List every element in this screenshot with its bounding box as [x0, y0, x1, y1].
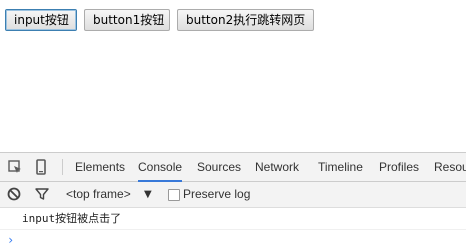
device-mode-icon[interactable]: [32, 158, 50, 176]
tab-sources[interactable]: Sources: [197, 153, 241, 181]
button2-navigate-button[interactable]: button2执行跳转网页: [177, 9, 314, 31]
clear-console-icon[interactable]: [6, 186, 24, 204]
tabbar-separator: [62, 159, 63, 175]
preserve-log-checkbox[interactable]: [168, 189, 180, 201]
console-prompt[interactable]: ›: [0, 230, 466, 250]
frame-selector[interactable]: <top frame>: [66, 182, 131, 207]
console-toolbar: <top frame> ▼ Preserve log: [0, 182, 466, 208]
tab-console[interactable]: Console: [138, 153, 183, 182]
web-page: input按钮 button1按钮 button2执行跳转网页: [0, 0, 466, 152]
preserve-log-label[interactable]: Preserve log: [183, 182, 250, 207]
button1-button[interactable]: button1按钮: [84, 9, 170, 31]
console-message-row: input按钮被点击了: [0, 209, 466, 230]
inspect-element-icon[interactable]: [6, 158, 24, 176]
tab-resources[interactable]: Resou: [434, 153, 466, 181]
tab-network[interactable]: Network: [255, 153, 299, 181]
chevron-down-icon[interactable]: ▼: [144, 182, 152, 207]
devtools-panel: Elements Console Sources Network Timelin…: [0, 152, 466, 250]
tab-timeline[interactable]: Timeline: [318, 153, 363, 181]
tab-elements[interactable]: Elements: [75, 153, 125, 181]
devtools-tabbar: Elements Console Sources Network Timelin…: [0, 153, 466, 182]
prompt-caret-icon: ›: [7, 233, 15, 247]
tab-profiles[interactable]: Profiles: [379, 153, 419, 181]
filter-icon[interactable]: [34, 186, 52, 204]
console-message-text: input按钮被点击了: [22, 212, 122, 225]
input-button[interactable]: input按钮: [5, 9, 77, 31]
